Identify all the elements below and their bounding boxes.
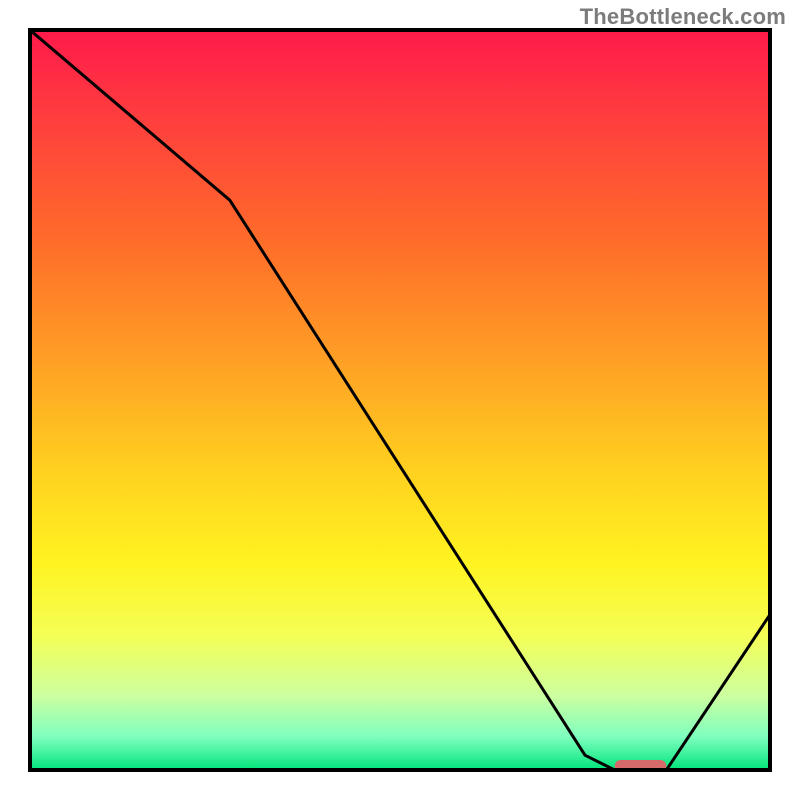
plot-background (30, 30, 770, 770)
chart-stage: TheBottleneck.com (0, 0, 800, 800)
bottleneck-chart (0, 0, 800, 800)
